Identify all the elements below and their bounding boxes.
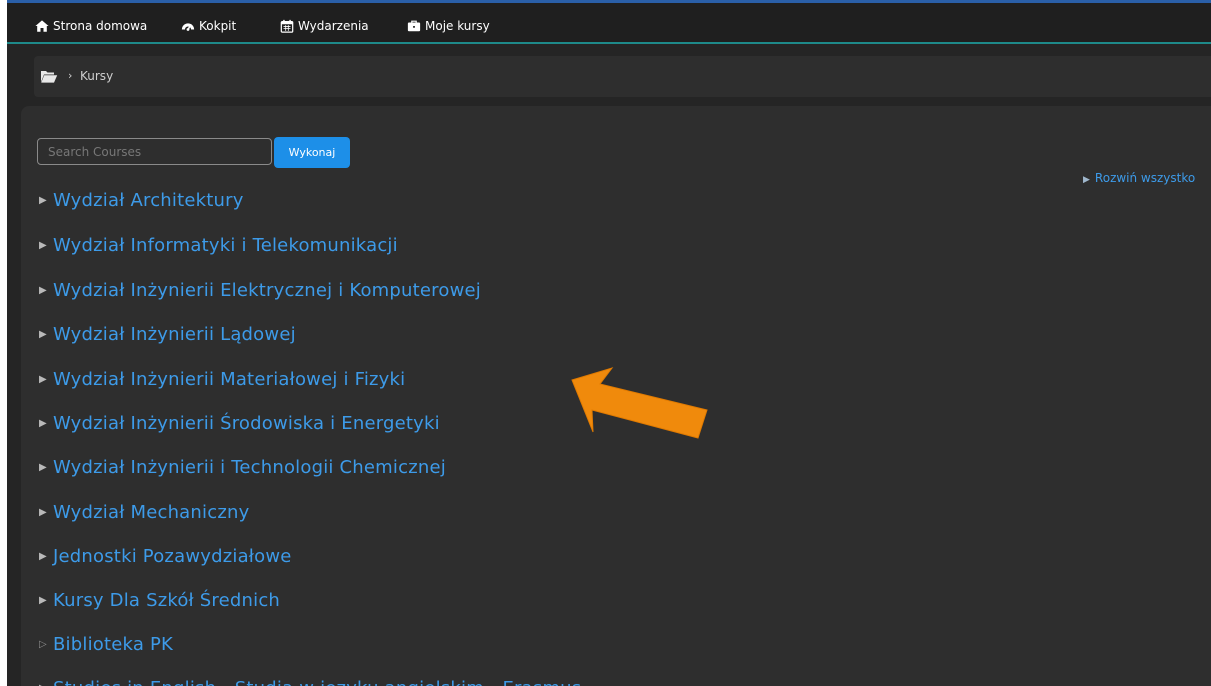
category-link[interactable]: Jednostki Pozawydziałowe xyxy=(53,546,292,567)
category-link[interactable]: Studies in English - Studia w języku ang… xyxy=(53,678,581,686)
category-item[interactable]: ▶ Wydział Inżynierii Elektrycznej i Komp… xyxy=(39,277,481,303)
category-item[interactable]: ▶ Wydział Inżynierii i Technologii Chemi… xyxy=(39,454,446,480)
category-link[interactable]: Wydział Inżynierii Materiałowej i Fizyki xyxy=(53,369,405,390)
category-item[interactable]: ▶ Wydział Inżynierii Lądowej xyxy=(39,321,296,347)
category-link[interactable]: Wydział Inżynierii Elektrycznej i Komput… xyxy=(53,280,481,301)
caret-right-icon: ▶ xyxy=(39,328,47,340)
category-link[interactable]: Wydział Informatyki i Telekomunikacji xyxy=(53,235,398,256)
search-submit-button[interactable]: Wykonaj xyxy=(274,137,350,168)
category-item[interactable]: ▶ Kursy Dla Szkół Średnich xyxy=(39,587,280,613)
category-link[interactable]: Wydział Inżynierii i Technologii Chemicz… xyxy=(53,457,446,478)
search-courses-input[interactable] xyxy=(37,138,272,165)
expand-all-label: Rozwiń wszystko xyxy=(1094,171,1196,185)
caret-right-icon: ▶ xyxy=(39,506,47,518)
caret-right-icon: ▶ xyxy=(39,239,47,251)
home-icon xyxy=(35,20,49,32)
expand-all-link[interactable]: ▶ Rozwiń wszystko xyxy=(1083,170,1195,188)
nav-item-events[interactable]: Wydarzenia xyxy=(280,18,369,34)
caret-right-icon: ▶ xyxy=(39,373,47,385)
caret-right-icon: ▶ xyxy=(39,461,47,473)
caret-right-icon: ▶ xyxy=(39,550,47,562)
category-item[interactable]: ▶ Wydział Inżynierii Materiałowej i Fizy… xyxy=(39,366,405,392)
nav-item-my-courses[interactable]: Moje kursy xyxy=(407,18,490,34)
breadcrumb-current: Kursy xyxy=(80,69,114,83)
nav-item-dashboard-label: Kokpit xyxy=(199,19,237,33)
nav-item-dashboard[interactable]: Kokpit xyxy=(181,18,236,34)
category-item[interactable]: ▷ Biblioteka PK xyxy=(39,631,173,657)
caret-right-icon: ▶ xyxy=(39,284,47,296)
nav-item-events-label: Wydarzenia xyxy=(298,19,369,33)
caret-right-icon: ▶ xyxy=(39,594,47,606)
breadcrumb: › Kursy xyxy=(34,56,1211,97)
page: Strona domowa Kokpit Wydarzenia Moje kur… xyxy=(7,0,1211,686)
top-navbar: Strona domowa Kokpit Wydarzenia Moje kur… xyxy=(7,0,1211,44)
category-link[interactable]: Biblioteka PK xyxy=(53,634,173,655)
category-link[interactable]: Wydział Inżynierii Środowiska i Energety… xyxy=(53,413,440,434)
category-link[interactable]: Kursy Dla Szkół Średnich xyxy=(53,590,280,611)
caret-right-outline-icon: ▷ xyxy=(39,638,47,650)
category-item[interactable]: ▶ Wydział Mechaniczny xyxy=(39,499,249,525)
breadcrumb-separator: › xyxy=(68,69,73,82)
category-item[interactable]: ▶ Jednostki Pozawydziałowe xyxy=(39,543,292,569)
calendar-icon xyxy=(280,19,294,33)
category-link[interactable]: Wydział Inżynierii Lądowej xyxy=(53,324,296,345)
nav-item-home[interactable]: Strona domowa xyxy=(35,18,147,34)
category-item[interactable]: ▶ Studies in English - Studia w języku a… xyxy=(39,675,581,686)
category-item[interactable]: ▶ Wydział Architektury xyxy=(39,187,244,213)
caret-right-icon: ▶ xyxy=(39,417,47,429)
category-item[interactable]: ▶ Wydział Inżynierii Środowiska i Energe… xyxy=(39,410,440,436)
dashboard-icon xyxy=(181,23,195,31)
category-item[interactable]: ▶ Wydział Informatyki i Telekomunikacji xyxy=(39,232,398,258)
nav-item-home-label: Strona domowa xyxy=(53,19,148,33)
category-link[interactable]: Wydział Architektury xyxy=(53,190,244,211)
nav-item-my-courses-label: Moje kursy xyxy=(425,19,490,33)
briefcase-icon xyxy=(407,20,421,32)
caret-right-icon: ▶ xyxy=(1083,175,1090,185)
caret-right-icon: ▶ xyxy=(39,683,49,686)
caret-right-icon: ▶ xyxy=(39,194,47,206)
annotation-arrow-icon xyxy=(571,367,708,439)
category-link[interactable]: Wydział Mechaniczny xyxy=(53,502,249,523)
folder-open-icon[interactable] xyxy=(40,69,58,84)
